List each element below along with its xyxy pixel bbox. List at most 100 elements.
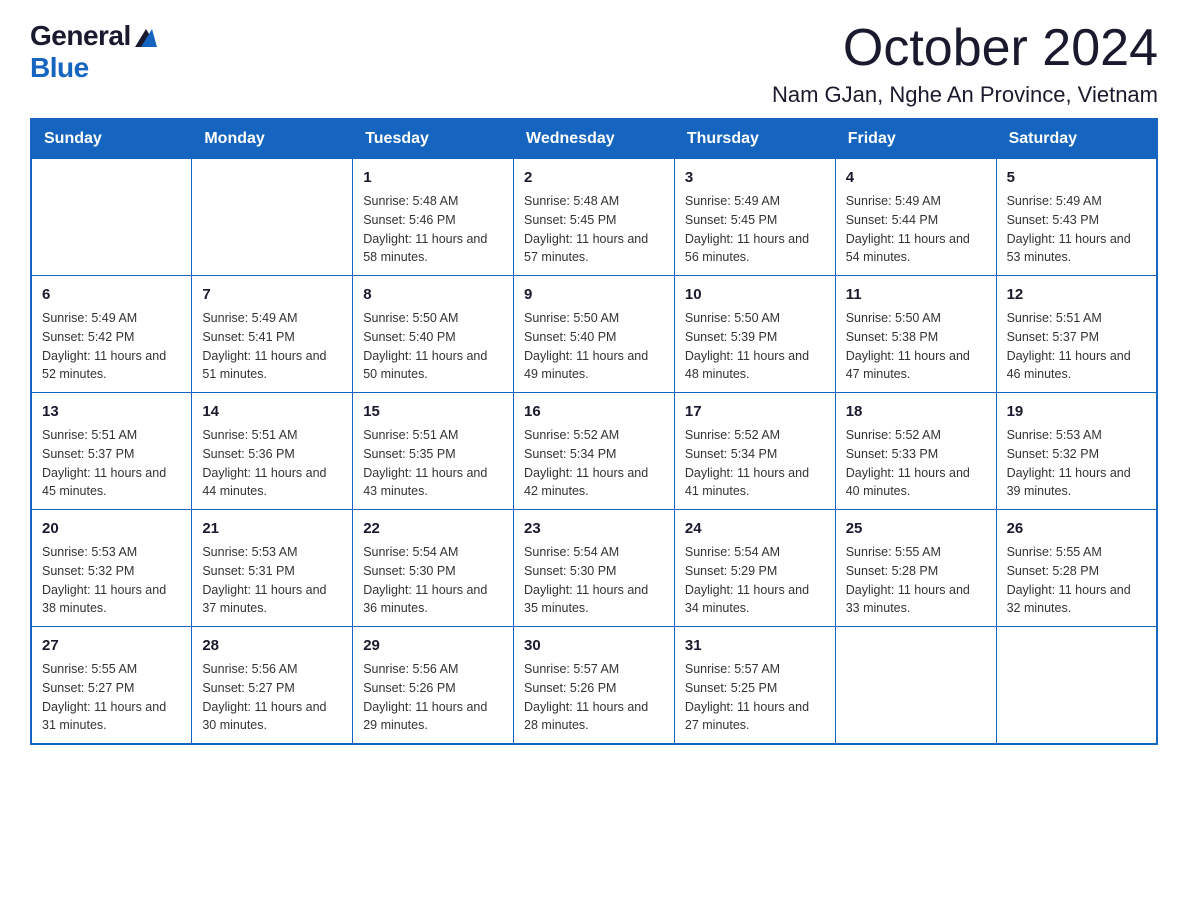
col-header-wednesday: Wednesday	[514, 119, 675, 159]
calendar-week-row: 27Sunrise: 5:55 AMSunset: 5:27 PMDayligh…	[31, 627, 1157, 745]
calendar-cell: 12Sunrise: 5:51 AMSunset: 5:37 PMDayligh…	[996, 276, 1157, 393]
calendar-cell: 22 Sunrise: 5:54 AMSunset: 5:30 PMDayligh…	[353, 510, 514, 627]
calendar-cell: 24 Sunrise: 5:54 AMSunset: 5:29 PMDayligh…	[674, 510, 835, 627]
day-info: Sunrise: 5:49 AMSunset: 5:43 PMDaylight:…	[1007, 192, 1146, 267]
calendar-cell: 5 Sunrise: 5:49 AMSunset: 5:43 PMDaylight…	[996, 159, 1157, 276]
day-info: Sunrise: 5:57 AMSunset: 5:26 PMDaylight:…	[524, 660, 664, 735]
month-title: October 2024	[772, 20, 1158, 77]
day-number: 20	[42, 518, 181, 539]
day-number: 9	[524, 284, 664, 305]
calendar-cell	[31, 159, 192, 276]
calendar-cell: 18 Sunrise: 5:52 AMSunset: 5:33 PMDayligh…	[835, 393, 996, 510]
day-number: 2	[524, 167, 664, 188]
day-info: Sunrise: 5:52 AMSunset: 5:34 PMDaylight:…	[685, 426, 825, 501]
day-number: 15	[363, 401, 503, 422]
day-info: Sunrise: 5:52 AMSunset: 5:34 PMDaylight:…	[524, 426, 664, 501]
calendar-cell: 26Sunrise: 5:55 AMSunset: 5:28 PMDayligh…	[996, 510, 1157, 627]
day-info: Sunrise: 5:57 AMSunset: 5:25 PMDaylight:…	[685, 660, 825, 735]
calendar-cell: 20 Sunrise: 5:53 AMSunset: 5:32 PMDayligh…	[31, 510, 192, 627]
day-info: Sunrise: 5:50 AMSunset: 5:39 PMDaylight:…	[685, 309, 825, 384]
day-info: Sunrise: 5:50 AMSunset: 5:38 PMDaylight:…	[846, 309, 986, 384]
col-header-saturday: Saturday	[996, 119, 1157, 159]
calendar-cell: 29 Sunrise: 5:56 AMSunset: 5:26 PMDayligh…	[353, 627, 514, 745]
day-number: 31	[685, 635, 825, 656]
location-text: Nam GJan, Nghe An Province, Vietnam	[772, 82, 1158, 108]
calendar-cell: 31 Sunrise: 5:57 AMSunset: 5:25 PMDayligh…	[674, 627, 835, 745]
day-number: 11	[846, 284, 986, 305]
day-info: Sunrise: 5:56 AMSunset: 5:26 PMDaylight:…	[363, 660, 503, 735]
calendar-cell: 11 Sunrise: 5:50 AMSunset: 5:38 PMDayligh…	[835, 276, 996, 393]
calendar-header-row: SundayMondayTuesdayWednesdayThursdayFrid…	[31, 119, 1157, 159]
calendar-cell: 3 Sunrise: 5:49 AMSunset: 5:45 PMDaylight…	[674, 159, 835, 276]
day-number: 26	[1007, 518, 1146, 539]
calendar-cell: 30 Sunrise: 5:57 AMSunset: 5:26 PMDayligh…	[514, 627, 675, 745]
day-info: Sunrise: 5:53 AMSunset: 5:31 PMDaylight:…	[202, 543, 342, 618]
day-number: 24	[685, 518, 825, 539]
day-number: 7	[202, 284, 342, 305]
day-number: 16	[524, 401, 664, 422]
day-number: 3	[685, 167, 825, 188]
day-info: Sunrise: 5:54 AMSunset: 5:29 PMDaylight:…	[685, 543, 825, 618]
logo-icon	[135, 25, 157, 47]
calendar-cell	[835, 627, 996, 745]
calendar-cell: 19 Sunrise: 5:53 AMSunset: 5:32 PMDayligh…	[996, 393, 1157, 510]
calendar-table: SundayMondayTuesdayWednesdayThursdayFrid…	[30, 118, 1158, 745]
day-number: 29	[363, 635, 503, 656]
calendar-cell: 8 Sunrise: 5:50 AMSunset: 5:40 PMDaylight…	[353, 276, 514, 393]
calendar-week-row: 13 Sunrise: 5:51 AMSunset: 5:37 PMDayligh…	[31, 393, 1157, 510]
day-info: Sunrise: 5:49 AMSunset: 5:45 PMDaylight:…	[685, 192, 825, 267]
calendar-cell: 25 Sunrise: 5:55 AMSunset: 5:28 PMDayligh…	[835, 510, 996, 627]
logo-general-text: General	[30, 20, 131, 52]
calendar-cell: 13 Sunrise: 5:51 AMSunset: 5:37 PMDayligh…	[31, 393, 192, 510]
calendar-cell: 15Sunrise: 5:51 AMSunset: 5:35 PMDayligh…	[353, 393, 514, 510]
calendar-week-row: 20 Sunrise: 5:53 AMSunset: 5:32 PMDayligh…	[31, 510, 1157, 627]
day-number: 5	[1007, 167, 1146, 188]
col-header-friday: Friday	[835, 119, 996, 159]
day-number: 1	[363, 167, 503, 188]
calendar-cell: 9 Sunrise: 5:50 AMSunset: 5:40 PMDaylight…	[514, 276, 675, 393]
col-header-sunday: Sunday	[31, 119, 192, 159]
calendar-cell: 4 Sunrise: 5:49 AMSunset: 5:44 PMDaylight…	[835, 159, 996, 276]
day-info: Sunrise: 5:48 AMSunset: 5:46 PMDaylight:…	[363, 192, 503, 267]
day-number: 21	[202, 518, 342, 539]
day-info: Sunrise: 5:53 AMSunset: 5:32 PMDaylight:…	[1007, 426, 1146, 501]
day-info: Sunrise: 5:49 AMSunset: 5:44 PMDaylight:…	[846, 192, 986, 267]
day-number: 22	[363, 518, 503, 539]
day-info: Sunrise: 5:54 AMSunset: 5:30 PMDaylight:…	[363, 543, 503, 618]
logo: General Blue	[30, 20, 157, 84]
day-number: 4	[846, 167, 986, 188]
col-header-thursday: Thursday	[674, 119, 835, 159]
calendar-cell: 16 Sunrise: 5:52 AMSunset: 5:34 PMDayligh…	[514, 393, 675, 510]
day-info: Sunrise: 5:51 AMSunset: 5:37 PMDaylight:…	[42, 426, 181, 501]
day-info: Sunrise: 5:50 AMSunset: 5:40 PMDaylight:…	[363, 309, 503, 384]
day-info: Sunrise: 5:52 AMSunset: 5:33 PMDaylight:…	[846, 426, 986, 501]
day-number: 30	[524, 635, 664, 656]
day-info: Sunrise: 5:55 AMSunset: 5:28 PMDaylight:…	[846, 543, 986, 618]
day-number: 18	[846, 401, 986, 422]
day-number: 13	[42, 401, 181, 422]
day-number: 17	[685, 401, 825, 422]
day-info: Sunrise: 5:53 AMSunset: 5:32 PMDaylight:…	[42, 543, 181, 618]
logo-blue-text: Blue	[30, 52, 89, 84]
day-number: 25	[846, 518, 986, 539]
day-info: Sunrise: 5:49 AMSunset: 5:42 PMDaylight:…	[42, 309, 181, 384]
day-number: 8	[363, 284, 503, 305]
day-number: 19	[1007, 401, 1146, 422]
page-header: General Blue October 2024 Nam GJan, Nghe…	[30, 20, 1158, 108]
calendar-cell: 27Sunrise: 5:55 AMSunset: 5:27 PMDayligh…	[31, 627, 192, 745]
calendar-cell: 14Sunrise: 5:51 AMSunset: 5:36 PMDayligh…	[192, 393, 353, 510]
calendar-cell	[192, 159, 353, 276]
calendar-cell: 2 Sunrise: 5:48 AMSunset: 5:45 PMDaylight…	[514, 159, 675, 276]
day-info: Sunrise: 5:48 AMSunset: 5:45 PMDaylight:…	[524, 192, 664, 267]
day-info: Sunrise: 5:54 AMSunset: 5:30 PMDaylight:…	[524, 543, 664, 618]
day-info: Sunrise: 5:50 AMSunset: 5:40 PMDaylight:…	[524, 309, 664, 384]
col-header-tuesday: Tuesday	[353, 119, 514, 159]
col-header-monday: Monday	[192, 119, 353, 159]
title-section: October 2024 Nam GJan, Nghe An Province,…	[772, 20, 1158, 108]
day-info: Sunrise: 5:49 AMSunset: 5:41 PMDaylight:…	[202, 309, 342, 384]
calendar-cell: 23Sunrise: 5:54 AMSunset: 5:30 PMDayligh…	[514, 510, 675, 627]
calendar-cell: 6Sunrise: 5:49 AMSunset: 5:42 PMDaylight…	[31, 276, 192, 393]
calendar-cell: 17 Sunrise: 5:52 AMSunset: 5:34 PMDayligh…	[674, 393, 835, 510]
day-info: Sunrise: 5:55 AMSunset: 5:27 PMDaylight:…	[42, 660, 181, 735]
calendar-cell	[996, 627, 1157, 745]
